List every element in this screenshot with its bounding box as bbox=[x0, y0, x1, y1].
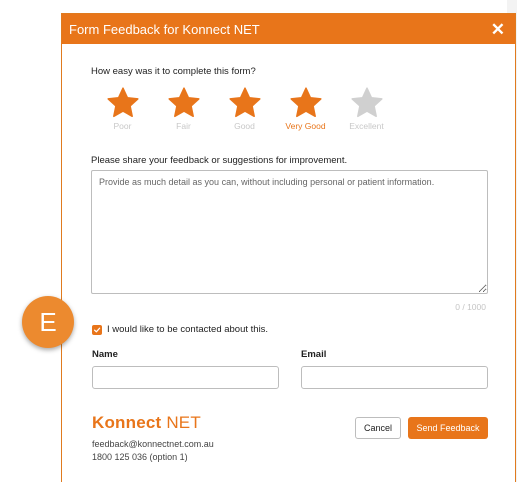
close-icon[interactable]: ✕ bbox=[491, 21, 505, 38]
brand-logo: Konnect NET bbox=[92, 413, 201, 433]
page: Form Feedback for Konnect NET ✕ How easy… bbox=[0, 0, 517, 482]
brand-suffix: NET bbox=[161, 413, 201, 432]
support-phone: 1800 125 036 (option 1) bbox=[92, 452, 188, 462]
star-icon bbox=[350, 87, 383, 118]
cancel-button[interactable]: Cancel bbox=[355, 417, 401, 439]
star-label: Good bbox=[234, 121, 255, 131]
star-label: Poor bbox=[113, 121, 132, 131]
star-3[interactable]: Good bbox=[214, 86, 275, 131]
star-label: Fair bbox=[176, 121, 191, 131]
name-input[interactable] bbox=[92, 366, 279, 389]
contact-info: feedback@konnectnet.com.au 1800 125 036 … bbox=[92, 438, 214, 464]
star-rating: Poor Fair Good Very Good Excellent bbox=[92, 86, 397, 131]
star-4[interactable]: Very Good bbox=[275, 86, 336, 131]
checkmark-icon bbox=[93, 327, 101, 332]
dialog-header: Form Feedback for Konnect NET ✕ bbox=[62, 14, 515, 44]
email-label: Email bbox=[301, 349, 327, 360]
star-label: Very Good bbox=[285, 121, 326, 131]
star-label: Excellent bbox=[349, 121, 384, 131]
contact-checkbox-label: I would like to be contacted about this. bbox=[107, 324, 269, 335]
feedback-label: Please share your feedback or suggestion… bbox=[91, 155, 348, 166]
contact-checkbox-row[interactable]: I would like to be contacted about this. bbox=[92, 324, 268, 335]
contact-checkbox[interactable] bbox=[92, 324, 102, 335]
feedback-dialog: Form Feedback for Konnect NET ✕ How easy… bbox=[61, 13, 516, 482]
star-icon bbox=[228, 87, 261, 118]
star-icon bbox=[167, 87, 200, 118]
star-5[interactable]: Excellent bbox=[336, 86, 397, 131]
send-feedback-button[interactable]: Send Feedback bbox=[408, 417, 488, 439]
brand-name: Konnect bbox=[92, 413, 162, 432]
star-2[interactable]: Fair bbox=[153, 86, 214, 131]
rating-question: How easy was it to complete this form? bbox=[91, 66, 256, 77]
step-badge: E bbox=[22, 296, 74, 348]
feedback-textarea[interactable] bbox=[91, 170, 488, 294]
star-icon bbox=[289, 87, 322, 118]
dialog-title: Form Feedback for Konnect NET bbox=[69, 21, 260, 37]
star-icon bbox=[106, 87, 139, 118]
character-counter: 0 / 1000 bbox=[455, 302, 486, 312]
email-input[interactable] bbox=[301, 366, 488, 389]
name-label: Name bbox=[92, 349, 118, 360]
star-1[interactable]: Poor bbox=[92, 86, 153, 131]
support-email: feedback@konnectnet.com.au bbox=[92, 439, 214, 449]
